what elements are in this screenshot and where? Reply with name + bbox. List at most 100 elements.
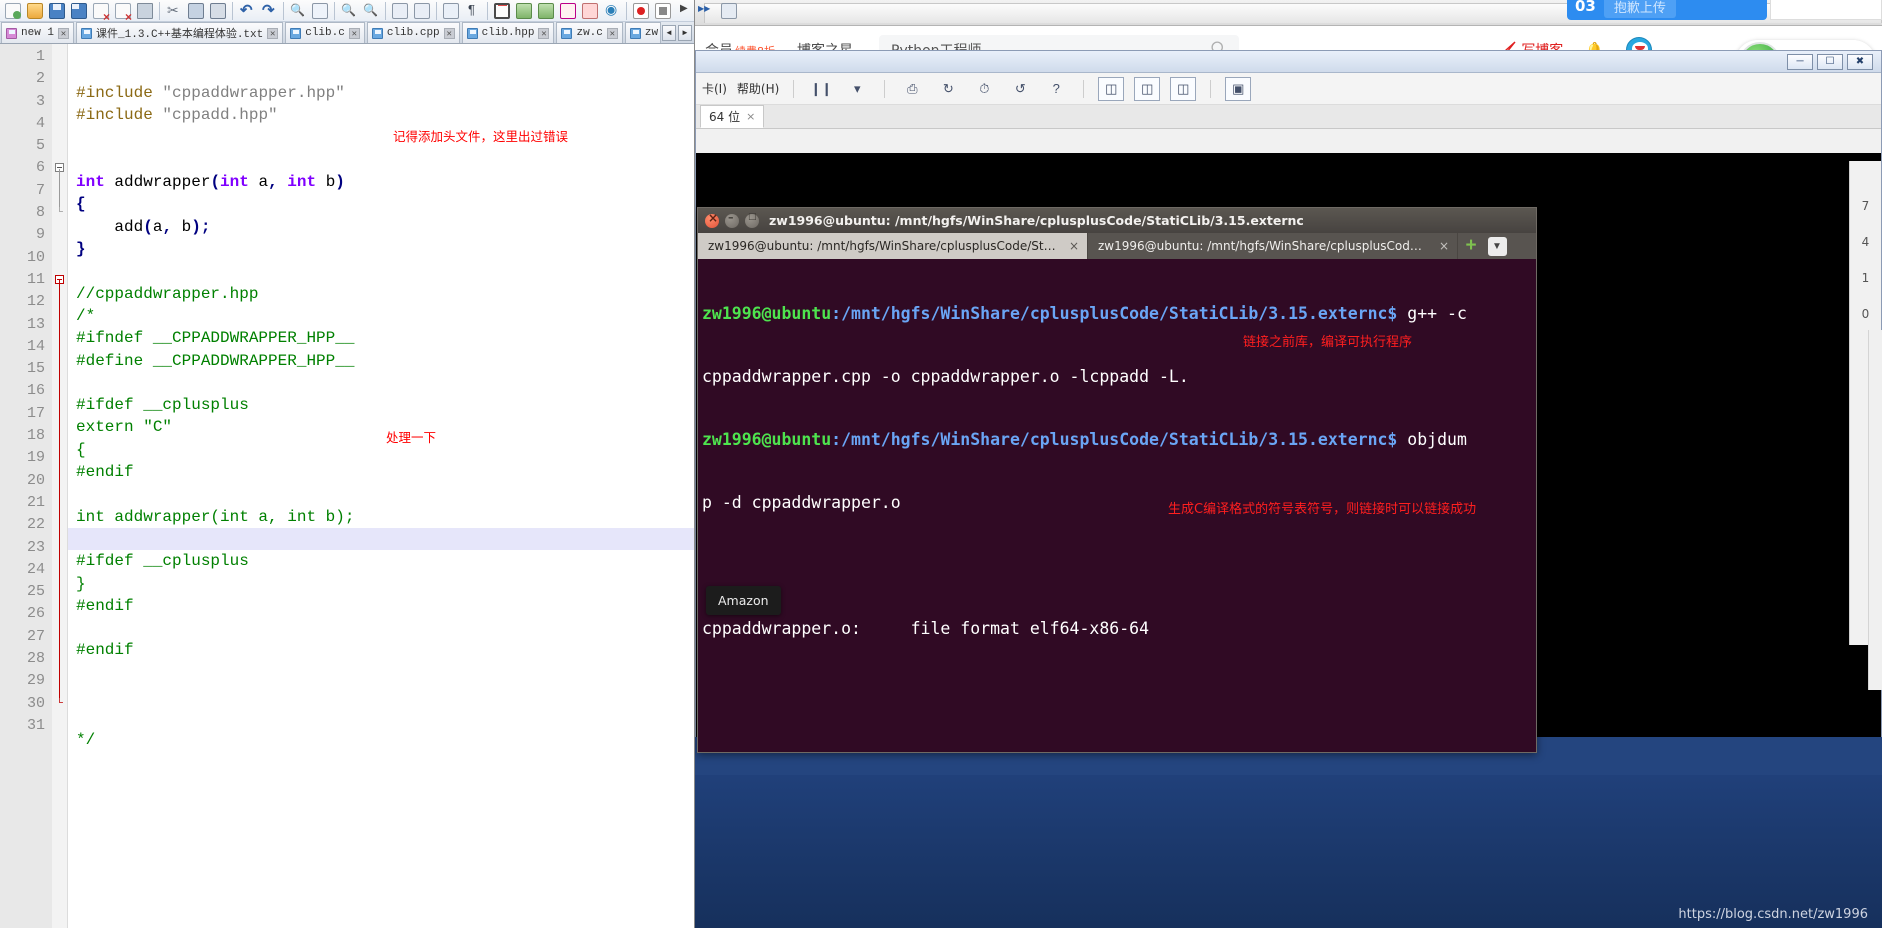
terminal-tab-2[interactable]: zw1996@ubuntu: /mnt/hgfs/WinShare/cplusp… — [1088, 233, 1458, 259]
tab-scroll-buttons[interactable]: ◄ ► — [660, 22, 694, 43]
layout-grid-icon[interactable]: ▣ — [1225, 76, 1252, 101]
play-macro-multiple-icon[interactable] — [697, 1, 717, 21]
new-file-icon[interactable] — [3, 1, 23, 21]
minimize-button[interactable]: ─ — [1787, 53, 1813, 70]
code-line[interactable] — [68, 617, 694, 639]
code-line[interactable]: } — [68, 238, 694, 260]
code-line[interactable] — [68, 527, 694, 551]
code-line[interactable]: extern "C" — [68, 416, 694, 438]
document-list-icon[interactable] — [602, 1, 622, 21]
code-line[interactable]: //cppaddwrapper.hpp — [68, 283, 694, 305]
macro-settings-icon[interactable] — [719, 1, 739, 21]
tab-scroll-left-button[interactable]: ◄ — [662, 24, 676, 41]
close-icon[interactable]: ✕ — [443, 27, 455, 39]
function-list-icon[interactable] — [558, 1, 578, 21]
notepadpp-tab-3[interactable]: clib.cpp ✕ — [366, 22, 460, 43]
terminal-tab-1[interactable]: zw1996@ubuntu: /mnt/hgfs/WinShare/cplusp… — [698, 233, 1088, 259]
terminal-tabbar[interactable]: zw1996@ubuntu: /mnt/hgfs/WinShare/cplusp… — [698, 233, 1536, 259]
code-line[interactable]: int addwrapper(int a, int b); — [68, 506, 694, 528]
code-line[interactable]: #ifdef __cplusplus — [68, 550, 694, 572]
notepadpp-tab-2[interactable]: clib.c ✕ — [285, 22, 365, 43]
layout-columns-icon[interactable]: ◫ — [1170, 76, 1197, 101]
close-icon[interactable]: ✕ — [267, 27, 279, 39]
play-macro-icon[interactable] — [675, 1, 695, 21]
code-editor[interactable]: 1 2 3 4 5 6 7 8 9 10 11 12 13 14 15 16 17 18 19 20 21 22 23 24 2… — [0, 44, 694, 928]
upload-label[interactable]: 抱歉上传 — [1603, 0, 1676, 18]
minimize-icon[interactable] — [725, 211, 739, 228]
record-macro-icon[interactable] — [631, 1, 651, 21]
close-icon[interactable]: × — [746, 110, 755, 123]
close-icon[interactable]: ✕ — [58, 27, 70, 39]
indent-guide-icon[interactable] — [492, 1, 512, 21]
ide-document-tabs[interactable]: 64 位 × — [696, 105, 1881, 129]
zoom-in-icon[interactable] — [339, 1, 359, 21]
word-wrap-icon[interactable] — [441, 1, 461, 21]
code-line[interactable] — [68, 684, 694, 706]
code-line[interactable] — [68, 662, 694, 684]
notepadpp-tabbar[interactable]: new 1 ✕ 课件_1.3.C++基本编程体验.txt ✕ clib.c ✕ clib.c… — [0, 22, 694, 44]
save-all-icon[interactable] — [69, 1, 89, 21]
refresh-icon[interactable]: ↻ — [935, 77, 961, 101]
sync-vertical-icon[interactable] — [390, 1, 410, 21]
zoom-out-icon[interactable] — [361, 1, 381, 21]
chevron-down-icon[interactable]: ▼ — [1484, 233, 1510, 259]
save-icon[interactable] — [47, 1, 67, 21]
code-line[interactable] — [68, 483, 694, 505]
fold-margin[interactable]: └ └ — [52, 44, 68, 928]
notepadpp-tab-1[interactable]: 课件_1.3.C++基本编程体验.txt ✕ — [76, 22, 284, 43]
code-line[interactable]: #ifdef __cplusplus — [68, 394, 694, 416]
print-icon[interactable] — [135, 1, 155, 21]
find-icon[interactable] — [288, 1, 308, 21]
close-icon[interactable]: ✕ — [538, 27, 550, 39]
pause-icon[interactable]: ❙❙ — [808, 77, 834, 101]
code-line[interactable]: #ifndef __CPPADDWRAPPER_HPP__ — [68, 327, 694, 349]
code-line[interactable]: #endif — [68, 639, 694, 661]
code-line[interactable]: #endif — [68, 595, 694, 617]
code-line[interactable]: /* — [68, 305, 694, 327]
layout-split-icon[interactable]: ◫ — [1098, 76, 1125, 101]
tab-scroll-right-button[interactable]: ► — [678, 24, 692, 41]
cut-icon[interactable] — [164, 1, 184, 21]
code-line[interactable] — [68, 706, 694, 728]
close-button[interactable]: ✖ — [1847, 53, 1873, 70]
code-line[interactable]: add(a, b); — [68, 216, 694, 238]
code-line[interactable]: #include "cppadd.hpp" — [68, 104, 694, 126]
undo-icon[interactable] — [237, 1, 257, 21]
menu-item-help[interactable]: 帮助(H) — [737, 80, 779, 97]
show-symbol-icon[interactable] — [514, 1, 534, 21]
replace-icon[interactable] — [310, 1, 330, 21]
close-icon[interactable]: ✕ — [348, 27, 360, 39]
code-line[interactable]: #define __CPPADDWRAPPER_HPP__ — [68, 350, 694, 372]
ide-doc-tab-64bit[interactable]: 64 位 × — [700, 105, 765, 128]
maximize-button[interactable]: ☐ — [1817, 53, 1843, 70]
code-line[interactable] — [68, 751, 694, 773]
code-line[interactable]: int addwrapper(int a, int b) — [68, 171, 694, 193]
close-icon[interactable] — [705, 211, 719, 228]
terminal-output[interactable]: zw1996@ubuntu:/mnt/hgfs/WinShare/cpluspl… — [698, 259, 1536, 752]
code-line[interactable]: #include "cppaddwrapper.hpp" — [68, 82, 694, 104]
code-line[interactable] — [68, 372, 694, 394]
history-icon[interactable]: ↺ — [1007, 77, 1033, 101]
code-line[interactable]: { — [68, 439, 694, 461]
ide-menubar[interactable]: 卡(I) 帮助(H) ❙❙ ▾ ⎙ ↻ ⏱ ↺ ? ◫ ◫ ◫ ▣ — [696, 73, 1881, 105]
code-line[interactable] — [68, 127, 694, 149]
close-icon[interactable]: ✕ — [606, 27, 618, 39]
code-line[interactable]: */ — [68, 729, 694, 751]
close-icon[interactable]: × — [1069, 239, 1079, 253]
code-text-area[interactable]: #include "cppaddwrapper.hpp" #include "cp… — [68, 44, 694, 928]
print-icon[interactable]: ⎙ — [899, 77, 925, 101]
plus-icon[interactable]: + — [1458, 233, 1484, 259]
clock-icon[interactable]: ⏱ — [971, 77, 997, 101]
layout-bottom-icon[interactable]: ◫ — [1134, 76, 1161, 101]
user-defined-language-icon[interactable] — [536, 1, 556, 21]
notepadpp-tab-0[interactable]: new 1 ✕ — [1, 22, 75, 43]
sync-horizontal-icon[interactable] — [412, 1, 432, 21]
redo-icon[interactable] — [259, 1, 279, 21]
code-line[interactable]: } — [68, 573, 694, 595]
close-icon[interactable]: × — [1439, 239, 1449, 253]
help-icon[interactable]: ? — [1043, 77, 1069, 101]
document-map-icon[interactable] — [580, 1, 600, 21]
code-line[interactable] — [68, 149, 694, 171]
notepadpp-tab-5[interactable]: zw.c ✕ — [556, 22, 623, 43]
close-all-files-icon[interactable] — [113, 1, 133, 24]
